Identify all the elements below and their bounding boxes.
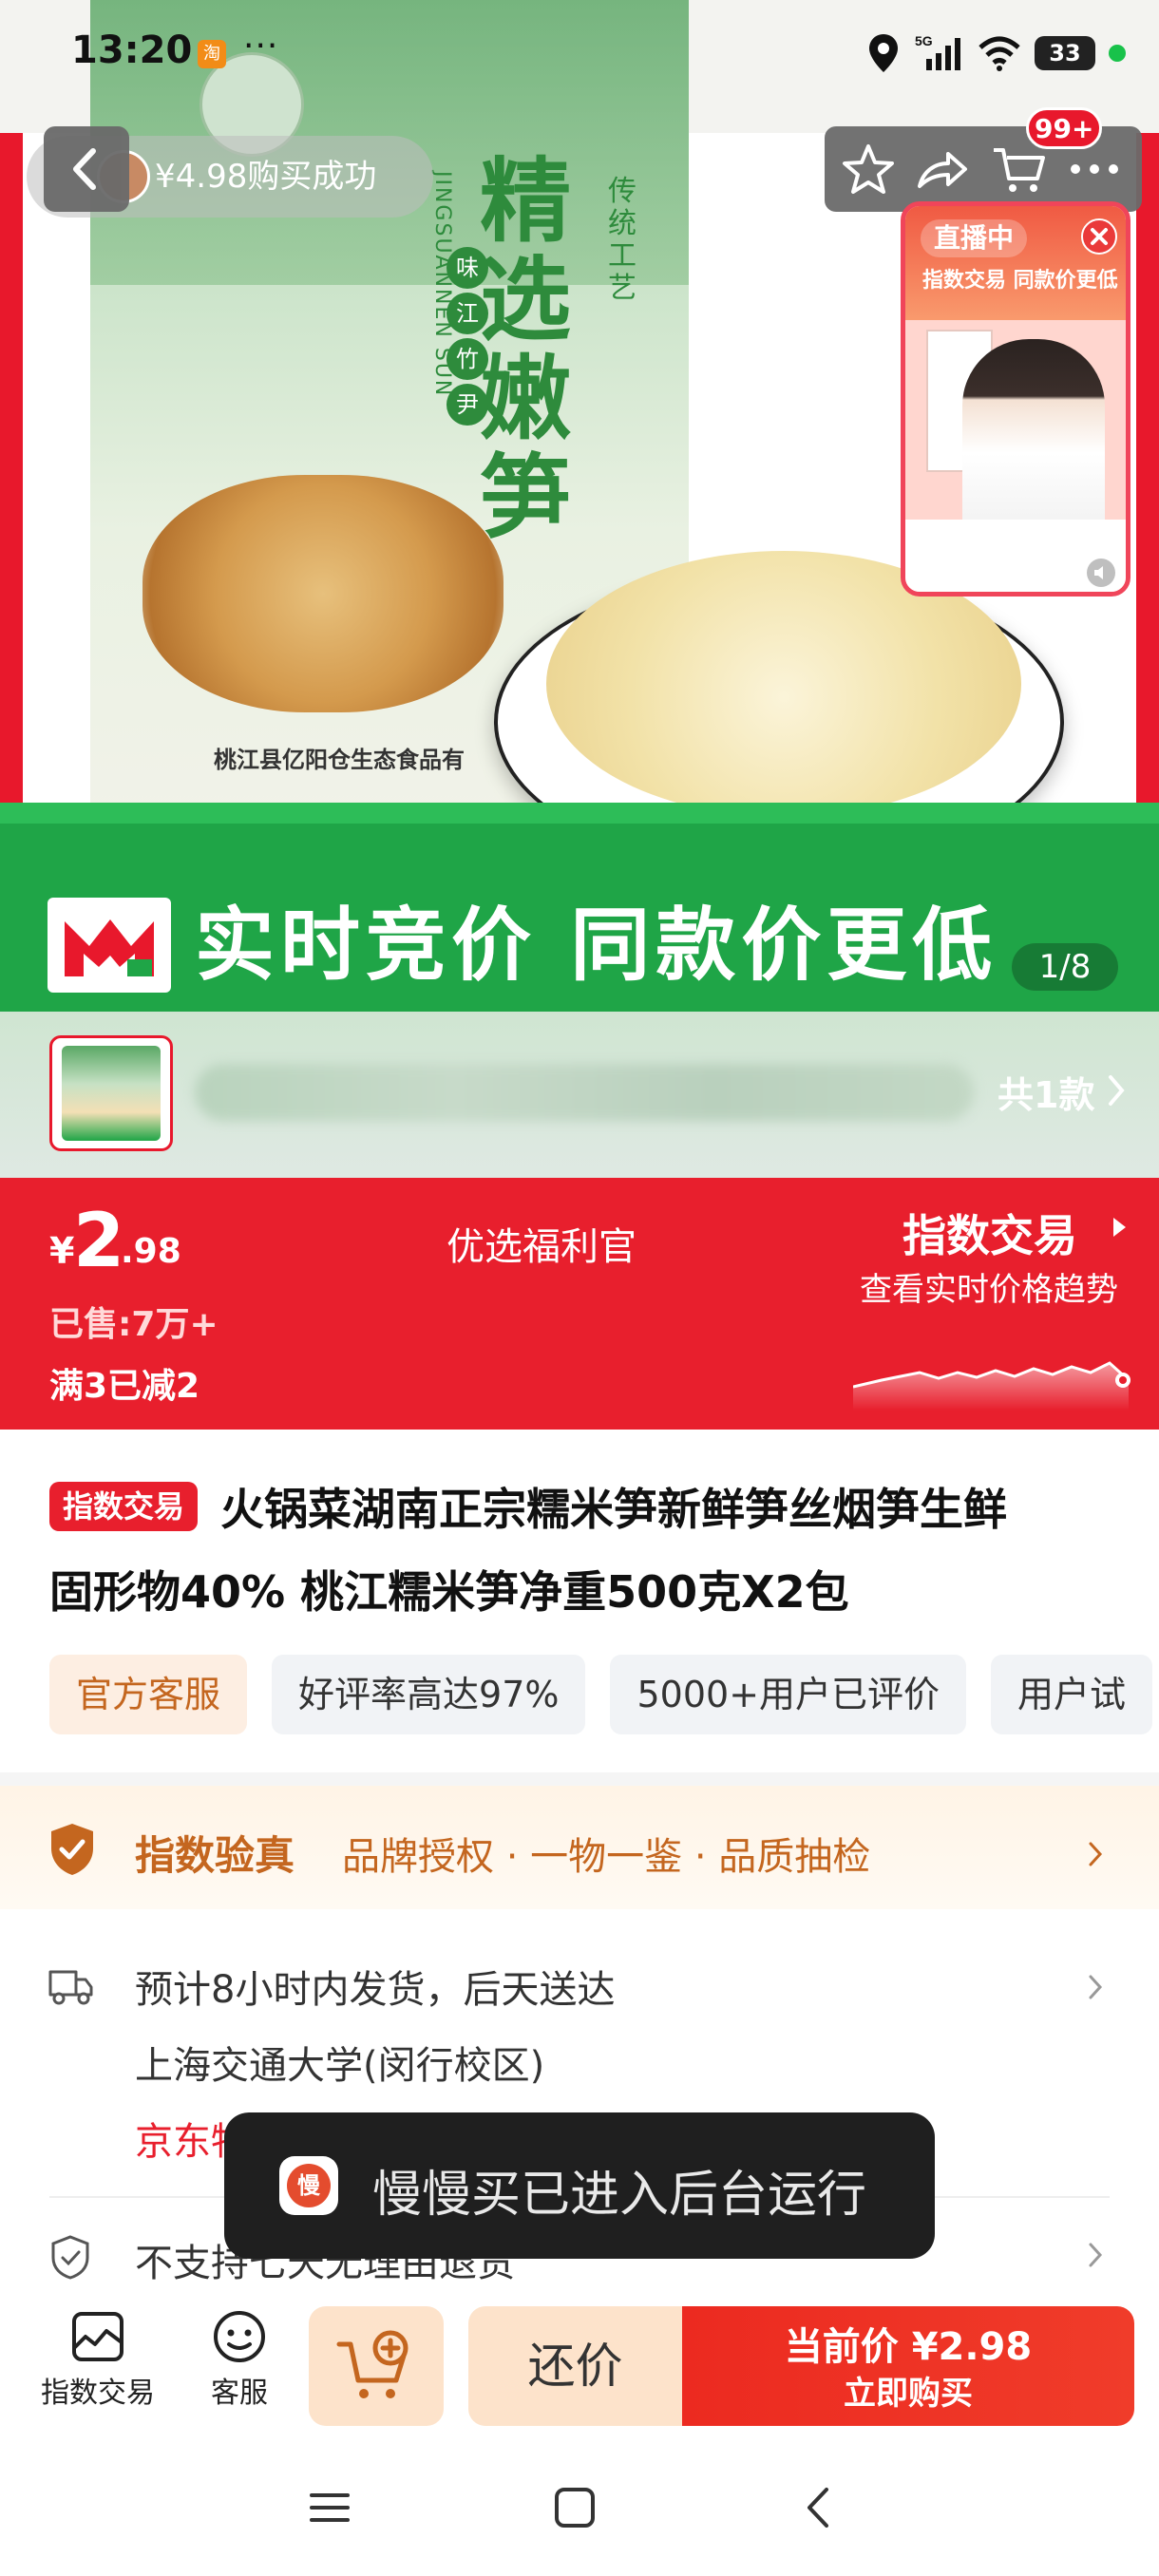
sold-count: 已售:7万+ xyxy=(49,1305,218,1344)
recent-apps-icon[interactable] xyxy=(306,2484,353,2531)
toast-message: 慢慢买已进入后台运行 xyxy=(372,2167,867,2224)
price-currency: ¥ xyxy=(49,1230,75,1272)
index-trade-badge: 指数交易 xyxy=(49,1482,199,1531)
index-trade-icon xyxy=(72,2312,124,2361)
bottom-index-trade-button[interactable]: 指数交易 xyxy=(36,2308,160,2411)
live-host-image xyxy=(962,339,1105,529)
live-slogan: 指数交易 同款价更低 xyxy=(922,269,1118,293)
variant-count: 共1款 xyxy=(998,1074,1095,1116)
mute-icon[interactable] xyxy=(1086,558,1116,588)
location-icon xyxy=(869,34,898,72)
promo-banner-highlight xyxy=(0,803,1159,824)
manmanmai-logo: 慢 xyxy=(287,2164,331,2207)
status-indicators: 5G 33 xyxy=(867,32,1126,74)
buy-now-price[interactable]: 当前价 ¥2.98 xyxy=(682,2316,1134,2371)
welfare-label: 优选福利官 xyxy=(446,1225,636,1269)
price-trend-sparkline[interactable] xyxy=(853,1335,1138,1411)
privacy-indicator-dot xyxy=(1109,45,1126,62)
package-company-name: 桃江县亿阳仓生态食品有 xyxy=(214,747,465,773)
wifi-icon xyxy=(978,36,1020,71)
price-integer: 2 xyxy=(73,1199,125,1284)
package-food-photo xyxy=(142,475,504,712)
package-product-name: 精选嫩笋 xyxy=(480,147,571,551)
variant-thumbnail[interactable] xyxy=(49,1035,173,1151)
chevron-right-icon[interactable] xyxy=(1088,1974,1103,2000)
status-time: 13:20 xyxy=(71,28,193,72)
feature-chips: 官方客服 好评率高达97% 5000+用户已评价 用户试 xyxy=(49,1655,1159,1734)
live-close-button[interactable] xyxy=(1081,218,1117,255)
share-button[interactable] xyxy=(912,139,973,199)
variant-blurred-text xyxy=(195,1064,974,1121)
package-pill: 竹 xyxy=(446,338,488,380)
home-icon[interactable] xyxy=(551,2484,598,2531)
product-title-line2: 固形物40% 桃江糯米笋净重500克X2包 xyxy=(49,1566,849,1618)
package-pill: 味 xyxy=(446,247,488,289)
bottom-index-trade-label: 指数交易 xyxy=(41,2377,155,2410)
live-stream-widget[interactable]: 直播中 指数交易 同款价更低 xyxy=(901,201,1130,597)
index-trade-subtitle[interactable]: 查看实时价格趋势 xyxy=(860,1263,1118,1310)
add-to-cart-button[interactable] xyxy=(309,2306,444,2426)
product-title-line1: 火锅菜湖南正宗糯米笋新鲜笋丝烟笋生鲜 xyxy=(220,1484,1007,1535)
package-flavor-pills: 味 江 竹 尹 xyxy=(446,247,488,429)
index-trade-link[interactable]: 指数交易 xyxy=(902,1202,1077,1264)
live-tag: 直播中 xyxy=(921,219,1028,257)
chevron-right-icon xyxy=(1089,1842,1103,1866)
battery-icon: 33 xyxy=(1035,36,1095,70)
shipping-estimate[interactable]: 预计8小时内发货，后天送达 xyxy=(135,1959,615,2014)
chevron-right-icon xyxy=(1109,1075,1125,1106)
close-icon xyxy=(1091,228,1108,245)
buy-now-label[interactable]: 立即购买 xyxy=(682,2367,1134,2414)
package-pill: 江 xyxy=(446,293,488,334)
shield-check-icon xyxy=(51,1824,93,1875)
promo-logo-icon xyxy=(65,919,154,976)
chip-official-service[interactable]: 官方客服 xyxy=(49,1655,248,1734)
promo-banner-text: 实时竞价 同款价更低 xyxy=(195,899,998,992)
section-divider xyxy=(0,1772,1159,1786)
chip-positive-rate[interactable]: 好评率高达97% xyxy=(272,1655,586,1734)
bottom-service-label: 客服 xyxy=(211,2377,268,2410)
add-cart-icon xyxy=(336,2330,408,2398)
delivery-truck-icon xyxy=(48,1970,93,2005)
discount-label: 满3已减2 xyxy=(49,1367,200,1406)
authenticity-title: 指数验真 xyxy=(135,1832,295,1879)
package-subtitle: 传统工艺 xyxy=(608,175,636,305)
back-arrow-icon xyxy=(73,148,96,190)
customer-service-icon xyxy=(214,2311,265,2362)
network-type: 5G xyxy=(915,33,933,48)
favorite-star-button[interactable] xyxy=(838,139,899,199)
shipping-address[interactable]: 上海交通大学(闵行校区) xyxy=(135,2035,544,2090)
chevron-right-icon[interactable] xyxy=(1088,2242,1103,2268)
chip-reviews[interactable]: 5000+用户已评价 xyxy=(610,1655,967,1734)
authenticity-items: 品牌授权 · 一物一鉴 · 品质抽检 xyxy=(342,1835,871,1879)
more-options-button[interactable] xyxy=(1064,139,1125,199)
back-nav-icon[interactable] xyxy=(796,2484,844,2531)
shield-check-outline-icon xyxy=(51,2235,89,2280)
bargain-button[interactable]: 还价 xyxy=(468,2306,682,2426)
chip-user-trial[interactable]: 用户试 xyxy=(991,1655,1153,1734)
package-pill: 尹 xyxy=(446,384,488,426)
bottom-service-button[interactable]: 客服 xyxy=(201,2308,277,2411)
back-button[interactable] xyxy=(44,126,129,212)
price-decimal: .98 xyxy=(121,1232,181,1271)
image-counter: 1/8 xyxy=(1012,943,1118,991)
caret-right-icon xyxy=(1113,1218,1126,1237)
more-notifications-icon: ··· xyxy=(243,27,279,66)
taobao-notification-icon: 淘 xyxy=(198,40,226,68)
cellular-signal-icon: 5G xyxy=(915,33,960,70)
